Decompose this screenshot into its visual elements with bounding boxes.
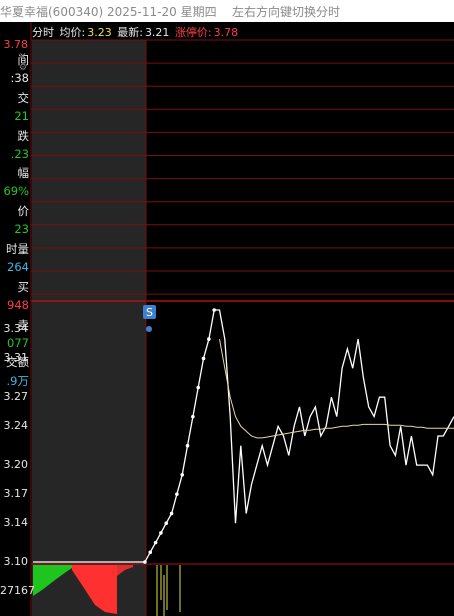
premarket-shade xyxy=(32,40,146,616)
price-point xyxy=(212,308,216,312)
price-point xyxy=(196,385,201,390)
close-icon[interactable]: ✕ xyxy=(19,52,27,62)
price-point xyxy=(164,521,169,526)
avg-label: 均价: xyxy=(59,26,86,39)
price-tick-label: 3.17 xyxy=(3,487,29,501)
gear-icon[interactable]: ⚙ xyxy=(19,63,27,73)
side-panel-item: 69% xyxy=(3,184,29,199)
side-panel-item: 时量 xyxy=(6,242,29,256)
info-line: 分时 均价: 3.23 最新: 3.21 涨停价: 3.78 xyxy=(32,24,240,40)
side-panel-item: 买 xyxy=(17,279,30,294)
price-point xyxy=(148,550,153,555)
signal-marker-dot xyxy=(146,326,152,332)
side-panel-item: 21 xyxy=(14,108,29,123)
average-price-line xyxy=(219,339,454,439)
side-panel-item: .9万 xyxy=(6,374,29,389)
side-panel-item: 23 xyxy=(14,222,29,237)
price-top-label: 3.78 xyxy=(3,38,29,51)
latest-value: 3.21 xyxy=(144,26,170,39)
signal-marker-label: S xyxy=(146,306,153,319)
price-point xyxy=(180,472,185,477)
price-tick-label: 3.31 xyxy=(3,351,29,365)
price-point xyxy=(191,414,195,419)
side-panel-item: 264 xyxy=(7,259,29,274)
price-point xyxy=(201,356,206,361)
side-panel-item: 幅 xyxy=(17,166,30,181)
side-panel-item: .23 xyxy=(10,146,29,161)
price-tick-label: 3.27 xyxy=(3,390,29,404)
price-tick-label: 3.10 xyxy=(3,555,29,568)
price-tick-label: 3.24 xyxy=(3,419,29,433)
price-point xyxy=(159,531,163,535)
side-panel-item: 交 xyxy=(17,90,30,105)
price-tick-label: 3.20 xyxy=(3,458,29,472)
price-point xyxy=(143,560,147,564)
price-point xyxy=(185,443,190,448)
volume-axis-label: 27167 xyxy=(0,584,35,597)
side-panel-item: 跌 xyxy=(17,128,30,143)
latest-label: 最新: xyxy=(117,26,143,39)
price-point xyxy=(175,492,179,496)
avg-value: 3.23 xyxy=(87,26,112,39)
price-point xyxy=(153,540,158,545)
limit-label: 涨停价: xyxy=(174,26,212,39)
price-point xyxy=(207,337,211,341)
price-tick-label: 3.34 xyxy=(3,322,29,336)
info-label: 分时 xyxy=(32,26,54,39)
side-panel-item: 948 xyxy=(7,297,29,312)
limit-value: 3.78 xyxy=(213,26,239,39)
side-panel-item: 077 xyxy=(7,335,29,350)
price-tick-label: 3.14 xyxy=(3,516,29,530)
intraday-chart[interactable]: S xyxy=(0,0,454,616)
price-point xyxy=(169,511,174,516)
side-panel-item: 价 xyxy=(17,204,30,219)
